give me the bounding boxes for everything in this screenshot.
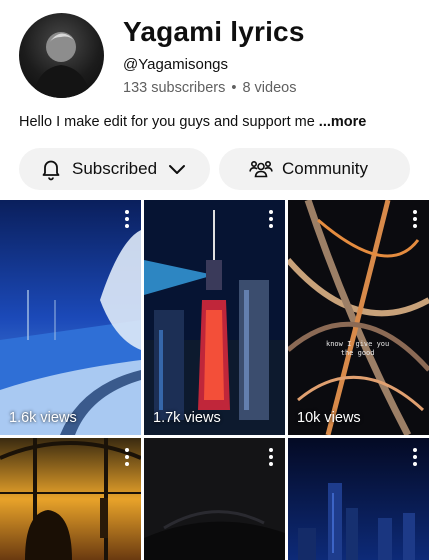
more-options-icon[interactable] [123, 210, 131, 228]
overlay-line: the good [340, 349, 375, 357]
video-thumbnail [288, 200, 429, 435]
more-link[interactable]: ...more [319, 114, 367, 130]
view-count: 1.7k views [153, 410, 221, 426]
more-options-icon[interactable] [267, 210, 275, 228]
view-count: 1.6k views [9, 410, 77, 426]
channel-handle: @Yagamisongs [123, 56, 228, 73]
video-thumbnail [144, 438, 285, 560]
channel-header: Yagami lyrics @Yagamisongs 133 subscribe… [0, 0, 429, 140]
chevron-down-icon [165, 157, 189, 181]
separator-dot: • [231, 80, 237, 96]
more-options-icon[interactable] [123, 448, 131, 466]
video-count: 8 videos [242, 80, 297, 96]
video-thumbnail [0, 438, 141, 560]
more-options-icon[interactable] [411, 448, 419, 466]
subscribed-button[interactable]: Subscribed [19, 148, 210, 190]
bell-icon [39, 157, 63, 181]
video-overlay-text: know I give you the good [326, 340, 389, 358]
video-tile[interactable] [288, 438, 429, 560]
channel-avatar[interactable] [19, 13, 104, 98]
people-icon [249, 157, 273, 181]
video-tile[interactable]: 1.7k views [144, 200, 285, 435]
video-tile[interactable] [144, 438, 285, 560]
video-tile[interactable]: know I give you the good 10k views [288, 200, 429, 435]
video-grid: 1.6k views 1.7k views know I give you th… [0, 200, 429, 560]
subscriber-count: 133 subscribers [123, 80, 226, 96]
community-label: Community [282, 159, 368, 178]
subscribed-label: Subscribed [72, 159, 158, 178]
channel-name: Yagami lyrics [123, 16, 305, 47]
community-button[interactable]: Community [219, 148, 410, 190]
description-text: Hello I make edit for you guys and suppo… [19, 114, 315, 130]
video-thumbnail [0, 200, 141, 435]
more-options-icon[interactable] [411, 210, 419, 228]
more-options-icon[interactable] [267, 448, 275, 466]
video-thumbnail [144, 200, 285, 435]
video-thumbnail [288, 438, 429, 560]
overlay-line: know I give you [326, 340, 390, 348]
video-tile[interactable] [0, 438, 141, 560]
channel-description[interactable]: Hello I make edit for you guys and suppo… [19, 114, 366, 130]
channel-stats: 133 subscribers • 8 videos [123, 80, 296, 96]
video-tile[interactable]: 1.6k views [0, 200, 141, 435]
view-count: 10k views [297, 410, 361, 426]
